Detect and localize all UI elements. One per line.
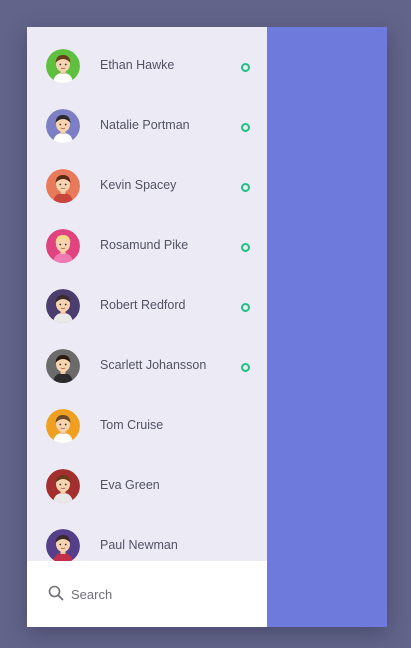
contact-item[interactable]: Tom Cruise <box>27 398 267 458</box>
avatar <box>46 289 80 323</box>
contact-item[interactable]: Paul Newman <box>27 518 267 561</box>
contact-item[interactable]: Rosamund Pike <box>27 218 267 278</box>
contact-item[interactable]: Eva Green <box>27 458 267 518</box>
contacts-sidebar: Ethan Hawke Natalie Portman Kevin Spacey… <box>27 27 267 627</box>
contact-name: Ethan Hawke <box>100 58 175 72</box>
avatar <box>46 469 80 503</box>
contact-name: Kevin Spacey <box>100 178 177 192</box>
contact-name: Eva Green <box>100 478 160 492</box>
online-status-indicator <box>241 63 250 72</box>
contact-name: Natalie Portman <box>100 118 190 132</box>
avatar <box>46 229 80 263</box>
avatar <box>46 529 80 561</box>
avatar <box>46 109 80 143</box>
avatar <box>46 349 80 383</box>
search-bar <box>27 561 267 627</box>
avatar <box>46 409 80 443</box>
contact-item[interactable]: Robert Redford <box>27 278 267 338</box>
online-status-indicator <box>241 123 250 132</box>
search-input[interactable] <box>71 583 251 605</box>
contact-item[interactable]: Kevin Spacey <box>27 158 267 218</box>
avatar <box>46 49 80 83</box>
contact-name: Robert Redford <box>100 298 186 312</box>
contact-name: Scarlett Johansson <box>100 358 207 372</box>
contact-item[interactable]: Natalie Portman <box>27 98 267 158</box>
online-status-indicator <box>241 183 250 192</box>
contact-name: Tom Cruise <box>100 418 164 432</box>
contact-list[interactable]: Ethan Hawke Natalie Portman Kevin Spacey… <box>27 27 267 561</box>
online-status-indicator <box>241 243 250 252</box>
contact-name: Paul Newman <box>100 538 178 552</box>
online-status-indicator <box>241 303 250 312</box>
conversation-panel <box>267 27 387 627</box>
chat-app-window: Ethan Hawke Natalie Portman Kevin Spacey… <box>27 27 387 627</box>
avatar <box>46 169 80 203</box>
contact-name: Rosamund Pike <box>100 238 189 252</box>
search-icon <box>48 585 64 601</box>
contact-item[interactable]: Scarlett Johansson <box>27 338 267 398</box>
contact-item[interactable]: Ethan Hawke <box>27 38 267 98</box>
online-status-indicator <box>241 363 250 372</box>
